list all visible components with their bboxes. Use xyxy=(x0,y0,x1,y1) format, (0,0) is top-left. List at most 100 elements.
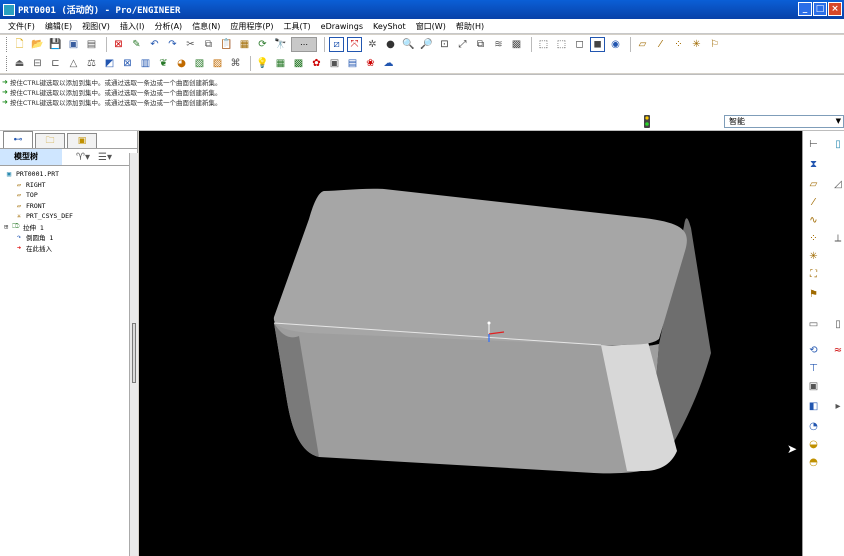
tree-item-extrude[interactable]: ⊞ ⎄ 拉伸 1 xyxy=(4,222,137,233)
enhanced-realism-icon[interactable]: ◉ xyxy=(608,37,623,52)
sketch-tool-icon[interactable]: ⧗ xyxy=(806,157,821,172)
section-icon[interactable]: ⊟ xyxy=(30,56,45,71)
open-file-icon[interactable]: 📂 xyxy=(30,37,45,52)
appearance-icon[interactable]: ◕ xyxy=(174,56,189,71)
camera-icon[interactable]: ⌘ xyxy=(228,56,243,71)
annotation-tool-icon[interactable]: ⚑ xyxy=(806,287,821,302)
plane-tool-icon[interactable]: ▱ xyxy=(806,177,821,192)
copy-icon[interactable]: ⧉ xyxy=(201,37,216,52)
menu-tools[interactable]: 工具(T) xyxy=(279,21,316,32)
hidden-line-icon[interactable]: ⬚ xyxy=(554,37,569,52)
parameters-icon[interactable]: ✿ xyxy=(309,56,324,71)
expand-icon[interactable]: ⊞ xyxy=(4,223,11,231)
measure-icon[interactable]: ⊏ xyxy=(48,56,63,71)
layers-icon[interactable]: ≋ xyxy=(491,37,506,52)
tab-folder-browser[interactable]: 🗀 xyxy=(35,133,65,148)
maximize-button[interactable]: □ xyxy=(813,2,827,16)
toolbar-grip-2[interactable] xyxy=(6,56,9,71)
extrude-tool-icon[interactable]: ▭ xyxy=(806,317,821,332)
selection-filter-dropdown[interactable]: 智能 ▼ xyxy=(724,115,844,128)
draft-check-icon[interactable]: ◩ xyxy=(102,56,117,71)
tree-item-right[interactable]: ▱ RIGHT xyxy=(4,180,137,191)
paste-special-icon[interactable]: ▦ xyxy=(237,37,252,52)
tab-model-tree[interactable]: ⊷ xyxy=(3,131,33,148)
axis-tool-icon[interactable]: ⁄ xyxy=(806,195,821,210)
panel-splitter[interactable] xyxy=(129,153,138,556)
annotation-icon[interactable]: ⚐ xyxy=(707,37,722,52)
tree-item-part[interactable]: ▣ PRT0001.PRT xyxy=(4,169,137,180)
mirror-tool-icon[interactable]: ≈ xyxy=(831,343,844,358)
menu-applications[interactable]: 应用程序(P) xyxy=(225,21,278,32)
refit-icon[interactable]: ⊡ xyxy=(437,37,452,52)
curve-tool-icon[interactable]: ∿ xyxy=(806,213,821,228)
new-file-icon[interactable]: 🗋 xyxy=(12,37,27,52)
csys-tool-icon[interactable]: ✳ xyxy=(806,249,821,264)
menu-window[interactable]: 窗口(W) xyxy=(411,21,451,32)
menu-insert[interactable]: 插入(I) xyxy=(115,21,150,32)
print-icon[interactable]: ▤ xyxy=(84,37,99,52)
point-icon[interactable]: ⁘ xyxy=(671,37,686,52)
saved-views-icon[interactable]: ⧉ xyxy=(473,37,488,52)
csys-icon[interactable]: ✳ xyxy=(689,37,704,52)
zoom-in-icon[interactable]: 🔍 xyxy=(401,37,416,52)
cloud-icon[interactable]: ☁ xyxy=(381,56,396,71)
model-view[interactable] xyxy=(139,131,802,556)
menu-help[interactable]: 帮助(H) xyxy=(451,21,489,32)
family-table-icon[interactable]: ▦ xyxy=(273,56,288,71)
merge-tool-icon[interactable]: ▸ xyxy=(831,399,844,414)
analysis-icon[interactable]: ▥ xyxy=(138,56,153,71)
toolbar-grip[interactable] xyxy=(6,37,9,52)
splitter-handle[interactable] xyxy=(132,323,136,383)
wireframe-icon[interactable]: ⬚ xyxy=(536,37,551,52)
relations-icon[interactable]: ▩ xyxy=(291,56,306,71)
find-icon[interactable]: 🔭 xyxy=(273,37,288,52)
tree-item-insert-here[interactable]: ➜ 在此插入 xyxy=(4,243,137,254)
view-manager-icon[interactable]: ▩ xyxy=(509,37,524,52)
tab-favorites[interactable]: ▣ xyxy=(67,133,97,148)
repaint-icon[interactable]: ⟳ xyxy=(255,37,270,52)
pattern-tool-icon[interactable]: ▯ xyxy=(831,317,844,332)
close-button[interactable]: × xyxy=(828,2,842,16)
draft-tool-icon[interactable]: ⟂ xyxy=(831,231,844,246)
graphics-window[interactable]: ➤ xyxy=(139,131,802,556)
zoom-out-icon[interactable]: 🔎 xyxy=(419,37,434,52)
light-icon[interactable]: ▨ xyxy=(210,56,225,71)
minimize-button[interactable]: _ xyxy=(798,2,812,16)
paste-icon[interactable]: 📋 xyxy=(219,37,234,52)
datum-axis-display-icon[interactable]: ⤧ xyxy=(347,37,362,52)
sketch-tool-2-icon[interactable]: ▯ xyxy=(831,137,844,152)
keyshot-icon[interactable]: ❀ xyxy=(363,56,378,71)
close-window-icon[interactable]: ⊠ xyxy=(111,37,126,52)
tree-item-csys[interactable]: ✳ PRT_CSYS_DEF xyxy=(4,211,137,222)
save-icon[interactable]: 💾 xyxy=(48,37,63,52)
scene-icon[interactable]: ▧ xyxy=(192,56,207,71)
analysis-tool-icon[interactable]: ⛶ xyxy=(806,267,821,282)
point-tool-icon[interactable]: ⁘ xyxy=(806,231,821,246)
render-icon[interactable]: ⏏ xyxy=(12,56,27,71)
menu-info[interactable]: 信息(N) xyxy=(187,21,225,32)
blend-tool-icon[interactable]: ▣ xyxy=(806,379,821,394)
round-tool-icon[interactable]: ◔ xyxy=(806,419,821,434)
hole-tool-icon[interactable]: ◧ xyxy=(806,399,821,414)
menu-edit[interactable]: 编辑(E) xyxy=(40,21,77,32)
keyshot-update-icon[interactable]: ▤ xyxy=(345,56,360,71)
color-icon[interactable]: ❦ xyxy=(156,56,171,71)
datum-plane-tool-icon[interactable]: ⊢ xyxy=(806,137,821,152)
keyshot-render-icon[interactable]: ▣ xyxy=(327,56,342,71)
reorient-icon[interactable]: ⤢ xyxy=(455,37,470,52)
redo-icon[interactable]: ↷ xyxy=(165,37,180,52)
sweep-tool-icon[interactable]: ⊤ xyxy=(806,361,821,376)
datum-point-display-icon[interactable]: ✲ xyxy=(365,37,380,52)
shading-icon[interactable]: ● xyxy=(383,37,398,52)
shaded-icon[interactable]: ◼ xyxy=(590,37,605,52)
regenerate-icon[interactable]: ✎ xyxy=(129,37,144,52)
mass-properties-icon[interactable]: △ xyxy=(66,56,81,71)
undo-icon[interactable]: ↶ xyxy=(147,37,162,52)
model-tree-icon[interactable]: 💡 xyxy=(255,56,270,71)
save-as-icon[interactable]: ▣ xyxy=(66,37,81,52)
selection-filter-icon[interactable]: ⋯ xyxy=(291,37,317,52)
rib-tool-icon[interactable]: ◿ xyxy=(831,177,844,192)
tree-settings-icon[interactable]: ♈▾ xyxy=(76,152,90,163)
menu-view[interactable]: 视图(V) xyxy=(77,21,115,32)
menu-file[interactable]: 文件(F) xyxy=(3,21,40,32)
